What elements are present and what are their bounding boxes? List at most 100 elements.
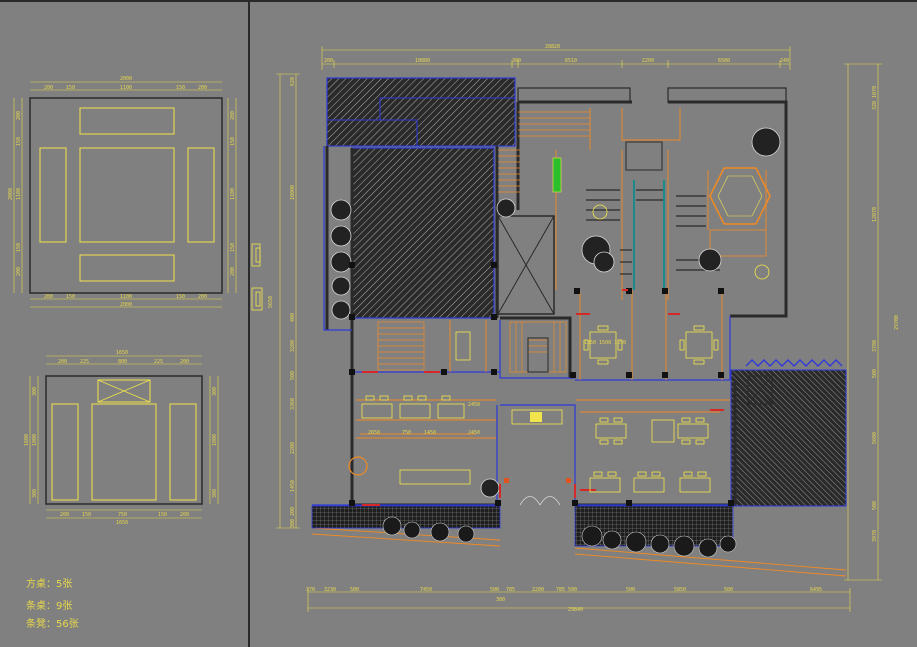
legend-chairs: 条凳：56张 bbox=[26, 617, 79, 630]
dim-plan-bottom-overall: 29840 bbox=[568, 607, 583, 613]
dim-plan-top-part: 200 bbox=[324, 58, 333, 64]
dim-plan-left-part: 2200 bbox=[290, 442, 296, 454]
dim-plan-top-overall: 28820 bbox=[545, 44, 560, 50]
dim-plan-right-part: 500 bbox=[872, 369, 878, 378]
dim-right-part: 300 bbox=[212, 489, 218, 498]
dim-plan-top-part: 2200 bbox=[642, 58, 654, 64]
dim-right-part: 150 bbox=[230, 137, 236, 146]
dim-right-part: 1100 bbox=[230, 188, 236, 200]
dim-top-part: 200 bbox=[180, 359, 189, 365]
interior-dim: 2650 bbox=[368, 430, 380, 436]
dim-plan-top-part: 6580 bbox=[718, 58, 730, 64]
dim-bottom-part: 150 bbox=[176, 294, 185, 300]
tree-icon bbox=[593, 251, 615, 273]
dim-plan-top-part: 240 bbox=[780, 58, 789, 64]
dim-plan-bottom-part: 370 bbox=[306, 587, 315, 593]
green-planter bbox=[552, 157, 562, 193]
dim-top-part: 200 bbox=[198, 85, 207, 91]
dim-top-part: 1100 bbox=[120, 85, 132, 91]
dim-left-part: 300 bbox=[32, 387, 38, 396]
dim-plan-bottom-part: 500 bbox=[490, 587, 499, 593]
tree-icon bbox=[480, 478, 500, 498]
dim-left-part: 200 bbox=[16, 267, 22, 276]
legend-long-tables: 条桌：9张 bbox=[26, 599, 72, 612]
dim-plan-bottom-part: 6495 bbox=[810, 587, 822, 593]
tree-icon bbox=[330, 251, 352, 273]
dim-plan-bottom-part: 500 bbox=[350, 587, 359, 593]
dim-left-part: 300 bbox=[32, 489, 38, 498]
hatched-block-main bbox=[351, 147, 495, 319]
dim-plan-bottom-part: 2200 bbox=[532, 587, 544, 593]
svg-text:5650: 5650 bbox=[268, 296, 274, 308]
dim-plan-bottom-part: 3230 bbox=[324, 587, 336, 593]
dim-side-overall: 2000 bbox=[8, 188, 14, 200]
interior-dim: 1550 1500 1550 bbox=[584, 340, 626, 346]
dim-bottom-part: 200 bbox=[60, 512, 69, 518]
dim-plan-bottom-sub: 300 bbox=[496, 597, 505, 603]
dim-left-part: 1000 bbox=[32, 434, 38, 446]
tree-icon bbox=[330, 199, 352, 221]
dim-bottom-part: 750 bbox=[118, 512, 127, 518]
dim-right-part: 200 bbox=[230, 111, 236, 120]
dim-plan-top-part: 6510 bbox=[565, 58, 577, 64]
dim-top-overall: 1650 bbox=[116, 350, 128, 356]
dim-plan-right-overall: 29700 bbox=[894, 315, 900, 330]
dim-left-part: 1100 bbox=[16, 188, 22, 200]
dim-bottom-overall: 1650 bbox=[116, 520, 128, 526]
dim-plan-left-part: 300 200 bbox=[290, 507, 296, 528]
tree-icon bbox=[330, 225, 352, 247]
dim-top-overall: 2000 bbox=[120, 76, 132, 82]
dim-bottom-part: 200 bbox=[180, 512, 189, 518]
dim-bottom-part: 150 bbox=[82, 512, 91, 518]
dim-plan-top-part: 10880 bbox=[415, 58, 430, 64]
dim-top-part: 200 bbox=[58, 359, 67, 365]
dim-top-part: 225 bbox=[154, 359, 163, 365]
interior-dim: 2450 bbox=[468, 402, 480, 408]
dim-plan-bottom-part: 785 500 bbox=[556, 587, 577, 593]
interior-dim: 750 bbox=[402, 430, 411, 436]
dim-plan-bottom-part: 500 bbox=[724, 587, 733, 593]
dim-left-part: 150 bbox=[16, 137, 22, 146]
tree-icon bbox=[751, 127, 781, 157]
dim-plan-bottom-part: 5850 bbox=[674, 587, 686, 593]
interior-dim: 2450 bbox=[468, 430, 480, 436]
dim-left-part: 150 bbox=[16, 243, 22, 252]
dim-bottom-part: 150 bbox=[158, 512, 167, 518]
dim-plan-bottom-part: 7450 bbox=[420, 587, 432, 593]
tree-icon bbox=[331, 276, 351, 296]
tree-icon bbox=[496, 198, 516, 218]
dim-plan-left-part: 500 bbox=[290, 371, 296, 380]
dim-bottom-part: 200 bbox=[44, 294, 53, 300]
dim-plan-right-part: 12070 bbox=[872, 207, 878, 222]
dim-plan-bottom-part: 500 bbox=[626, 587, 635, 593]
dim-plan-left-part: 400 bbox=[290, 313, 296, 322]
dim-right-part: 1000 bbox=[212, 434, 218, 446]
dim-right-part: 150 bbox=[230, 243, 236, 252]
dim-bottom-overall: 2000 bbox=[120, 302, 132, 308]
legend-square-tables: 方桌：5张 bbox=[26, 577, 72, 590]
dim-plan-right-part: 500 bbox=[872, 501, 878, 510]
cad-drawing: 2000 200 150 1100 150 200 200 150 1100 1… bbox=[0, 0, 917, 647]
dim-plan-left-part: 1450 bbox=[290, 480, 296, 492]
dim-plan-left-part: 10000 bbox=[290, 185, 296, 200]
dim-top-part: 150 bbox=[66, 85, 75, 91]
dim-plan-right-part: 320 1070 bbox=[872, 86, 878, 110]
dim-left-part: 200 bbox=[16, 111, 22, 120]
dim-plan-bottom-part: 785 bbox=[506, 587, 515, 593]
dim-side-overall: 1600 bbox=[24, 434, 30, 446]
dim-top-part: 800 bbox=[118, 359, 127, 365]
dim-top-part: 200 bbox=[44, 85, 53, 91]
tree-icon bbox=[698, 248, 722, 272]
dim-bottom-part: 200 bbox=[198, 294, 207, 300]
dim-plan-right-part: 5600 bbox=[872, 432, 878, 444]
dim-plan-right-part: 3700 bbox=[872, 340, 878, 352]
dim-plan-top-part: 300 bbox=[512, 58, 521, 64]
dim-bottom-part: 1100 bbox=[120, 294, 132, 300]
dim-plan-left-part: 3200 bbox=[290, 340, 296, 352]
dim-plan-right-part: 3970 bbox=[872, 530, 878, 542]
dim-plan-left-part: 620 bbox=[290, 77, 296, 86]
interior-dim: 1450 bbox=[424, 430, 436, 436]
dim-top-part: 150 bbox=[176, 85, 185, 91]
tree-icon bbox=[331, 300, 351, 320]
dim-bottom-part: 150 bbox=[66, 294, 75, 300]
